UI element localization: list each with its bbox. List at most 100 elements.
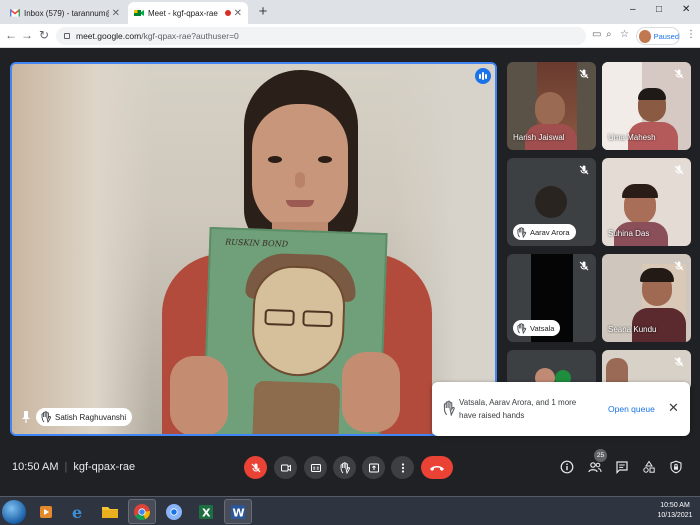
- presenter-tile[interactable]: RUSKIN BOND Satish Raghuvanshi: [10, 62, 497, 436]
- reload-icon[interactable]: ↻: [37, 28, 51, 42]
- browser-tab-strip: Inbox (579) - tarannum@theindi ✕ Meet - …: [0, 0, 700, 24]
- raised-hand-icon: [517, 226, 527, 238]
- video-person-eye: [318, 156, 332, 163]
- meeting-details-button[interactable]: [558, 458, 576, 476]
- video-person-face: [252, 104, 348, 232]
- raised-hands-toast: Vatsala, Aarav Arora, and 1 more have ra…: [432, 382, 690, 436]
- participant-name: Uma Mahesh: [608, 133, 656, 142]
- new-tab-button[interactable]: +: [254, 3, 272, 21]
- mic-off-icon: [579, 69, 589, 79]
- more-options-button[interactable]: [391, 456, 414, 479]
- present-now-button[interactable]: [362, 456, 385, 479]
- captions-icon: [310, 463, 321, 472]
- presenter-name-chip: Satish Raghuvanshi: [36, 408, 133, 426]
- participant-count-badge: 25: [594, 449, 607, 462]
- video-curtain: [12, 64, 152, 434]
- video-person-mouth: [286, 200, 314, 207]
- participant-name: Seana Kundu: [608, 325, 657, 334]
- speaking-indicator-icon: [475, 68, 491, 84]
- forward-arrow-icon[interactable]: →: [20, 28, 34, 42]
- taskbar-internet-explorer[interactable]: e: [64, 499, 92, 524]
- participant-name: Vatsala: [530, 323, 555, 333]
- taskbar-chrome-canary[interactable]: [160, 499, 188, 524]
- chat-button[interactable]: [613, 458, 631, 476]
- taskbar-word[interactable]: W: [224, 499, 252, 524]
- zoom-icon[interactable]: ⌕: [606, 29, 612, 40]
- people-icon: [588, 462, 602, 473]
- camera-icon: [280, 464, 291, 471]
- taskbar-media-player[interactable]: [32, 499, 60, 524]
- participant-name: Suhina Das: [608, 229, 650, 238]
- media-player-icon: [40, 505, 52, 518]
- chrome-canary-icon: [166, 503, 182, 520]
- back-arrow-icon[interactable]: ←: [4, 28, 18, 42]
- raised-hand-icon: [340, 461, 350, 474]
- meeting-details: 10:50 AM | kgf-qpax-rae: [12, 461, 135, 473]
- mic-off-icon: [674, 165, 684, 175]
- video-person-hair: [638, 88, 666, 100]
- profile-status: Paused: [653, 31, 679, 41]
- menu-kebab-icon[interactable]: ⋮: [686, 29, 696, 40]
- tab-gmail[interactable]: Inbox (579) - tarannum@theindi ✕: [4, 2, 126, 24]
- folder-icon: [102, 506, 118, 518]
- captions-button[interactable]: [304, 456, 327, 479]
- word-icon: W: [231, 504, 245, 519]
- raised-hand-icon: [41, 411, 52, 423]
- avatar: [535, 186, 567, 218]
- pin-icon[interactable]: [20, 410, 32, 424]
- meet-icon: [134, 10, 144, 16]
- raise-hand-button[interactable]: [333, 456, 356, 479]
- close-tab-icon[interactable]: ✕: [112, 8, 120, 19]
- drawing-body: [252, 380, 341, 434]
- video-person-eye: [268, 156, 282, 163]
- participant-tile[interactable]: Seana Kundu: [602, 254, 691, 342]
- drawing-glasses: [264, 308, 295, 326]
- participant-tile[interactable]: Aarav Arora: [507, 158, 596, 246]
- meeting-code: kgf-qpax-rae: [73, 461, 136, 473]
- open-queue-button[interactable]: Open queue: [608, 404, 655, 414]
- windows-taskbar: e X W 10:50 AM 10/13/2021: [0, 496, 700, 525]
- toast-message: Vatsala, Aarav Arora, and 1 more have ra…: [459, 398, 577, 420]
- activities-icon: [643, 460, 655, 473]
- system-clock[interactable]: 10:50 AM 10/13/2021: [652, 501, 698, 521]
- participant-tile[interactable]: Harish Jaiswal: [507, 62, 596, 150]
- participant-tile[interactable]: Vatsala: [507, 254, 596, 342]
- presenter-name: Satish Raghuvanshi: [55, 412, 127, 422]
- participant-tile[interactable]: Suhina Das: [602, 158, 691, 246]
- drawing-caption: RUSKIN BOND: [225, 237, 289, 249]
- maximize-button[interactable]: □: [656, 4, 662, 15]
- leave-call-button[interactable]: [421, 456, 453, 479]
- participant-name: Harish Jaiswal: [513, 133, 565, 142]
- close-toast-button[interactable]: ✕: [668, 400, 679, 416]
- minimize-button[interactable]: –: [630, 4, 636, 15]
- raised-hand-icon: [517, 322, 527, 334]
- url-path: /kgf-qpax-rae?authuser=0: [141, 31, 239, 41]
- bookmark-star-icon[interactable]: ☆: [620, 29, 629, 40]
- system-date: 10/13/2021: [657, 512, 693, 519]
- tab-meet[interactable]: Meet - kgf-qpax-rae ✕: [128, 2, 248, 24]
- address-bar[interactable]: meet.google.com/kgf-qpax-rae?authuser=0: [56, 27, 586, 45]
- screen: Inbox (579) - tarannum@theindi ✕ Meet - …: [0, 0, 700, 525]
- drawing-glasses: [302, 310, 333, 328]
- close-window-button[interactable]: ✕: [682, 4, 690, 15]
- raised-hand-icon: [443, 400, 455, 416]
- info-icon: [560, 460, 574, 474]
- profile-button[interactable]: Paused: [636, 27, 680, 45]
- taskbar-excel[interactable]: X: [192, 499, 220, 524]
- video-person-nose: [295, 172, 305, 188]
- windows-start-icon[interactable]: [2, 500, 26, 524]
- host-controls-button[interactable]: [667, 458, 685, 476]
- mic-toggle-button[interactable]: [244, 456, 267, 479]
- taskbar-file-explorer[interactable]: [96, 499, 124, 524]
- taskbar-chrome[interactable]: [128, 499, 156, 524]
- camera-toggle-button[interactable]: [274, 456, 297, 479]
- url-host: meet.google.com: [76, 31, 142, 41]
- participant-tile[interactable]: Uma Mahesh: [602, 62, 691, 150]
- video-person-face: [535, 92, 565, 126]
- activities-button[interactable]: [640, 458, 658, 476]
- mic-off-icon: [579, 261, 589, 271]
- meeting-stage: RUSKIN BOND Satish Raghuvanshi Harish Ja…: [0, 48, 700, 448]
- avatar: [639, 29, 651, 43]
- cast-icon[interactable]: ▭: [592, 29, 601, 40]
- close-tab-icon[interactable]: ✕: [234, 8, 242, 19]
